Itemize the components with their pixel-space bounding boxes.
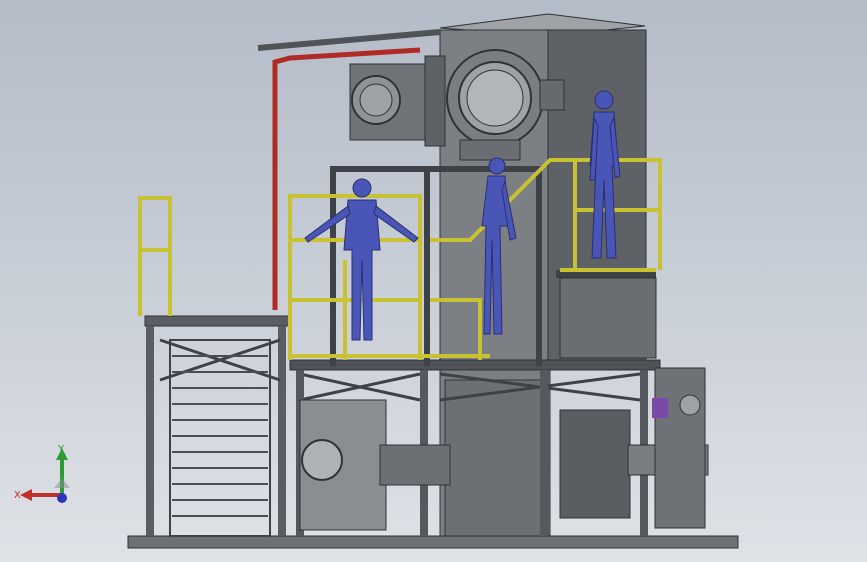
- cad-viewport[interactable]: Y X: [0, 0, 867, 562]
- right-upper-platform: [556, 270, 657, 359]
- z-axis-dot: [57, 493, 67, 503]
- y-axis-label: Y: [57, 444, 65, 455]
- x-axis-label: X: [14, 490, 21, 501]
- plant-3d-model[interactable]: [0, 0, 867, 562]
- left-stair-structure: [144, 315, 291, 537]
- base-plate: [127, 535, 739, 549]
- figure-left-platform: [304, 178, 419, 341]
- axis-triad: Y X: [14, 444, 70, 503]
